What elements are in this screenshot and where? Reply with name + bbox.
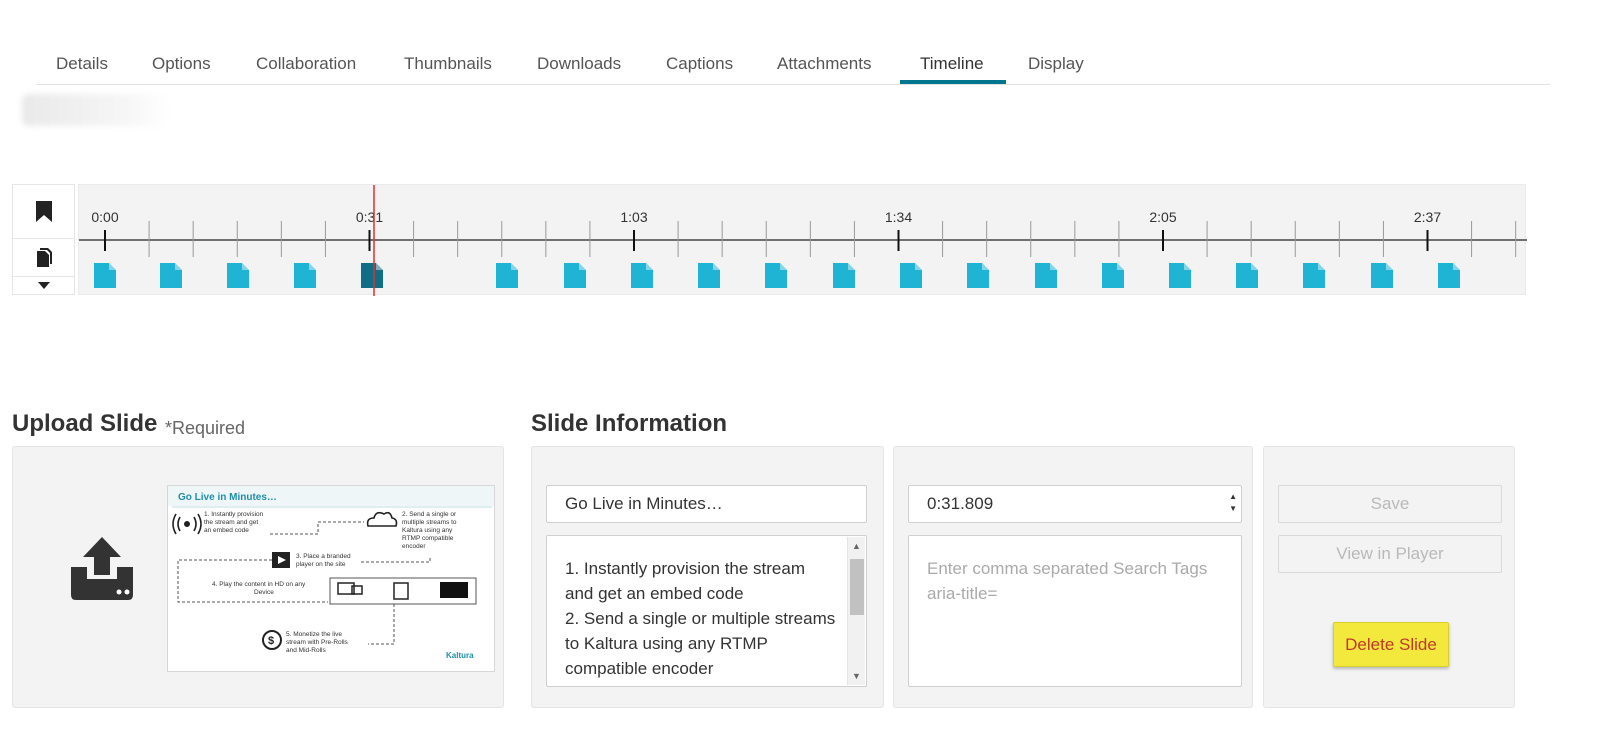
spinner-up-icon[interactable]: ▲ <box>1229 491 1237 503</box>
svg-text:4. Play the content in HD on a: 4. Play the content in HD on any <box>212 581 306 588</box>
upload-icon[interactable] <box>67 537 137 601</box>
slide-description-textarea[interactable]: 1. Instantly provision the stream and ge… <box>546 535 867 687</box>
slide-marker[interactable] <box>698 263 720 288</box>
slide-time-tags-panel: 0:31.809 ▲ ▼ Enter comma separated Searc… <box>893 446 1253 708</box>
slide-marker[interactable] <box>631 263 653 288</box>
kaltura-logo: Kaltura <box>446 651 474 660</box>
slide-preview: Go Live in Minutes… 1. Instantly provisi… <box>167 485 495 672</box>
slide-marker[interactable] <box>1371 263 1393 288</box>
slide-marker[interactable] <box>833 263 855 288</box>
description-scrollbar[interactable]: ▲ ▼ <box>847 537 865 685</box>
description-line: to Kaltura using any RTMP <box>565 634 768 653</box>
slides-button[interactable] <box>13 240 74 276</box>
slide-time-input[interactable]: 0:31.809 ▲ ▼ <box>908 485 1242 523</box>
slide-marker[interactable] <box>94 263 116 288</box>
slide-information-heading: Slide Information <box>531 410 728 437</box>
svg-text:5. Monetize the live: 5. Monetize the live <box>286 631 342 638</box>
slide-marker[interactable] <box>900 263 922 288</box>
slide-marker[interactable] <box>1236 263 1258 288</box>
bookmark-button[interactable] <box>13 185 74 239</box>
slide-marker[interactable] <box>1303 263 1325 288</box>
upload-slide-heading: Upload Slide <box>12 410 158 437</box>
slide-marker[interactable] <box>1438 263 1460 288</box>
bookmark-icon <box>35 200 52 222</box>
scroll-up-icon[interactable]: ▲ <box>852 541 861 551</box>
svg-text:2. Send a single or: 2. Send a single or <box>402 511 457 518</box>
timeline-tools <box>12 184 75 295</box>
svg-text:3. Place a branded: 3. Place a branded <box>296 553 351 560</box>
active-tab-indicator <box>900 80 1006 84</box>
tab-bar: Details Options Collaboration Thumbnails… <box>36 40 1550 85</box>
copy-slides-icon <box>36 248 52 267</box>
delete-slide-button[interactable]: Delete Slide <box>1333 622 1449 667</box>
time-label: 1:34 <box>885 209 912 225</box>
tab-attachments[interactable]: Attachments <box>777 54 872 74</box>
tab-display[interactable]: Display <box>1028 54 1084 74</box>
svg-text:$: $ <box>268 635 274 647</box>
required-note: *Required <box>165 418 246 438</box>
time-label: 0:00 <box>91 209 118 225</box>
more-tools-button[interactable] <box>13 276 74 294</box>
svg-text:player on the site: player on the site <box>296 561 346 568</box>
cloud-icon <box>366 511 398 527</box>
slide-marker[interactable] <box>1035 263 1057 288</box>
slide-marker[interactable] <box>1169 263 1191 288</box>
caret-down-icon <box>37 282 50 289</box>
slide-marker[interactable] <box>1102 263 1124 288</box>
time-label: 0:31 <box>356 209 383 225</box>
timeline-canvas: 0:00 0:31 1:03 1:34 2:05 2:37 <box>79 185 1527 296</box>
svg-text:Device: Device <box>254 589 274 596</box>
slide-title-value: Go Live in Minutes… <box>565 494 723 513</box>
timeline-track[interactable]: 0:00 0:31 1:03 1:34 2:05 2:37 <box>78 184 1527 296</box>
blurred-entry-name <box>22 94 170 126</box>
svg-text:and Mid-Rolls: and Mid-Rolls <box>286 647 326 654</box>
view-in-player-button[interactable]: View in Player <box>1278 535 1502 573</box>
svg-text:encoder: encoder <box>402 543 426 550</box>
description-line: compatible encoder <box>565 659 714 678</box>
time-label: 2:37 <box>1414 209 1441 225</box>
slide-marker[interactable] <box>496 263 518 288</box>
save-button[interactable]: Save <box>1278 485 1502 523</box>
time-spinner[interactable]: ▲ ▼ <box>1229 491 1237 515</box>
tab-thumbnails[interactable]: Thumbnails <box>404 54 492 74</box>
slide-time-value: 0:31.809 <box>927 494 994 513</box>
slide-marker[interactable] <box>294 263 316 288</box>
slide-info-panel: Go Live in Minutes… 1. Instantly provisi… <box>531 446 884 708</box>
slide-marker[interactable] <box>765 263 787 288</box>
slide-title-input[interactable]: Go Live in Minutes… <box>546 485 867 523</box>
tab-timeline[interactable]: Timeline <box>920 54 984 74</box>
description-line: 2. Send a single or multiple streams <box>565 609 836 628</box>
svg-text:multiple streams to: multiple streams to <box>402 519 457 526</box>
time-label: 2:05 <box>1149 209 1176 225</box>
tab-captions[interactable]: Captions <box>666 54 733 74</box>
search-tags-placeholder: Enter comma separated Search Tags aria-t… <box>927 559 1208 603</box>
svg-text:1. Instantly provision: 1. Instantly provision <box>204 511 264 518</box>
svg-text:the stream and get: the stream and get <box>204 519 258 526</box>
slide-marker[interactable] <box>967 263 989 288</box>
devices-icon <box>337 582 468 600</box>
upload-panel: Go Live in Minutes… 1. Instantly provisi… <box>12 446 504 708</box>
spinner-down-icon[interactable]: ▼ <box>1229 503 1237 515</box>
broadcast-icon <box>172 513 202 535</box>
tab-details[interactable]: Details <box>56 54 108 74</box>
slide-marker[interactable] <box>160 263 182 288</box>
preview-title: Go Live in Minutes… <box>178 492 277 503</box>
slide-marker-selected[interactable] <box>361 263 383 288</box>
description-line: 1. Instantly provision the stream <box>565 559 806 578</box>
svg-text:stream with Pre-Rolls: stream with Pre-Rolls <box>286 639 349 646</box>
scrollbar-thumb[interactable] <box>850 559 864 615</box>
slide-actions-panel: Save View in Player Delete Slide <box>1263 446 1515 708</box>
search-tags-input[interactable]: Enter comma separated Search Tags aria-t… <box>908 535 1242 687</box>
tab-options[interactable]: Options <box>152 54 211 74</box>
time-label: 1:03 <box>620 209 647 225</box>
svg-text:Kaltura using any: Kaltura using any <box>402 527 453 534</box>
svg-text:an embed code: an embed code <box>204 527 249 534</box>
description-line: and get an embed code <box>565 584 744 603</box>
slide-marker[interactable] <box>564 263 586 288</box>
scroll-down-icon[interactable]: ▼ <box>852 671 861 681</box>
tab-collaboration[interactable]: Collaboration <box>256 54 356 74</box>
svg-text:RTMP compatible: RTMP compatible <box>402 535 454 542</box>
slide-marker[interactable] <box>227 263 249 288</box>
tab-downloads[interactable]: Downloads <box>537 54 621 74</box>
